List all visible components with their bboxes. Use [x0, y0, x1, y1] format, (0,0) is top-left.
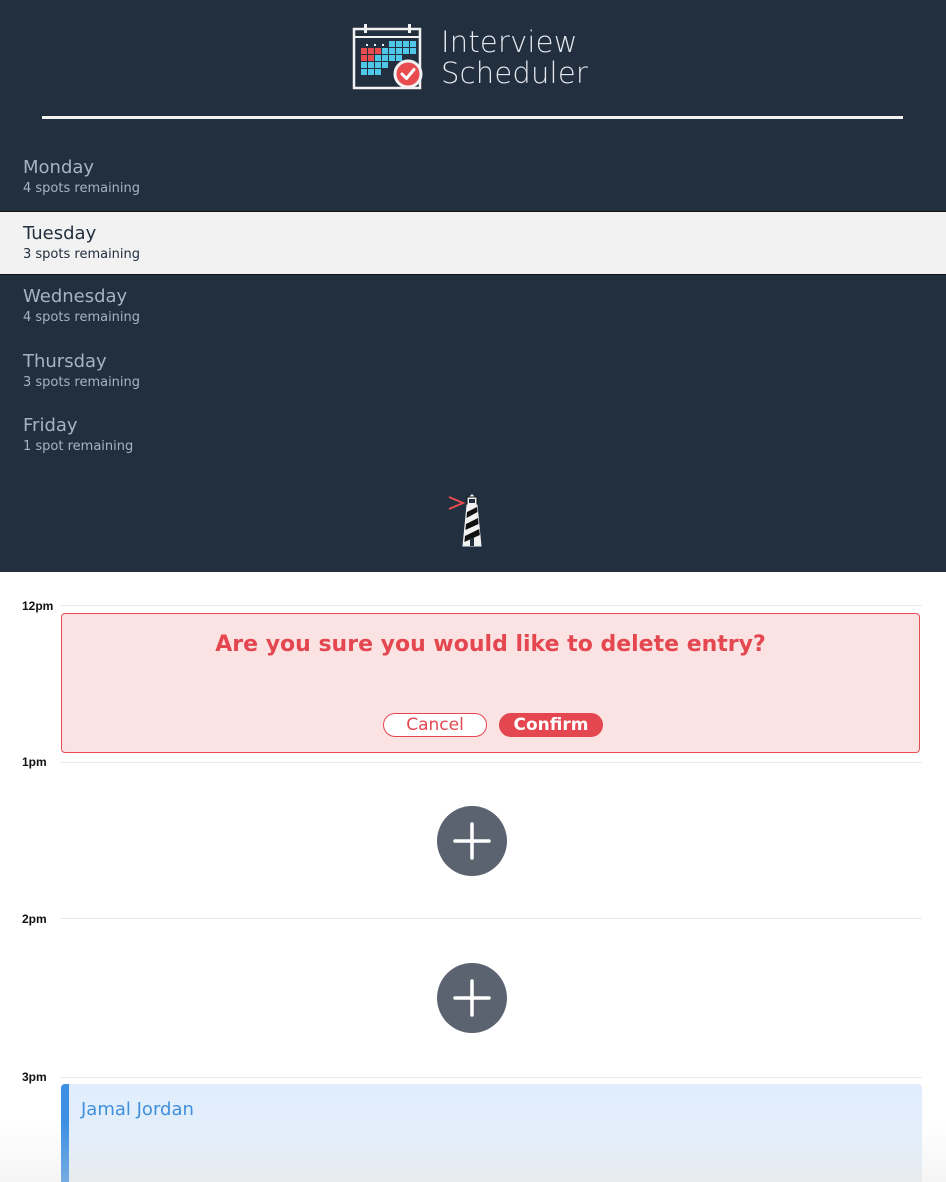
add-appointment-button[interactable] [437, 806, 507, 876]
plus-icon [453, 822, 491, 860]
lighthouse-icon [448, 494, 482, 547]
day-list-item-friday[interactable]: Friday 1 spot remaining [0, 404, 946, 469]
day-spots: 3 spots remaining [23, 246, 141, 262]
calendar-check-icon [352, 24, 423, 90]
cancel-button[interactable]: Cancel [383, 713, 487, 737]
hour-label: 2pm [22, 912, 47, 926]
day-name: Wednesday [23, 286, 128, 308]
appointment-student-name: Jamal Jordan [81, 1099, 194, 1120]
schedule: 12pm Are you sure you would like to dele… [0, 572, 946, 1182]
day-list-item-wednesday[interactable]: Wednesday 4 spots remaining [0, 275, 946, 340]
hour-divider [60, 605, 922, 606]
day-name: Monday [23, 157, 95, 178]
logo: Interview Scheduler [0, 0, 946, 100]
plus-icon [453, 979, 491, 1017]
day-name: Tuesday [23, 222, 97, 244]
day-list-item-tuesday[interactable]: Tuesday 3 spots remaining [0, 210, 946, 276]
day-name: Friday [23, 415, 78, 437]
sidebar-divider [42, 116, 903, 119]
confirm-button[interactable]: Confirm [499, 713, 603, 737]
hour-label: 3pm [22, 1070, 47, 1084]
day-list-item-thursday[interactable]: Thursday 3 spots remaining [0, 340, 946, 405]
day-name: Thursday [23, 350, 107, 372]
hour-divider [60, 918, 922, 919]
hour-divider [60, 1077, 922, 1078]
day-spots: 4 spots remaining [23, 310, 141, 326]
hour-label: 12pm [22, 599, 54, 613]
app-title-line2: Scheduler [441, 56, 588, 90]
day-list-item-monday[interactable]: Monday 4 spots remaining [0, 146, 946, 211]
hour-label: 1pm [22, 755, 47, 769]
day-spots: 3 spots remaining [23, 374, 141, 390]
day-spots: 4 spots remaining [23, 181, 141, 196]
app-title-line1: Interview [441, 25, 578, 59]
day-list: Monday 4 spots remaining Tuesday 3 spots… [0, 146, 946, 469]
delete-confirmation: Are you sure you would like to delete en… [61, 613, 920, 753]
hour-divider [60, 762, 922, 763]
add-appointment-button[interactable] [437, 963, 507, 1033]
app-title: Interview Scheduler [441, 27, 588, 89]
day-spots: 1 spot remaining [23, 439, 134, 455]
confirmation-message: Are you sure you would like to delete en… [215, 632, 766, 657]
appointment-card[interactable]: Jamal Jordan [61, 1084, 922, 1182]
sidebar: Interview Scheduler Monday 4 spots remai… [0, 0, 946, 572]
